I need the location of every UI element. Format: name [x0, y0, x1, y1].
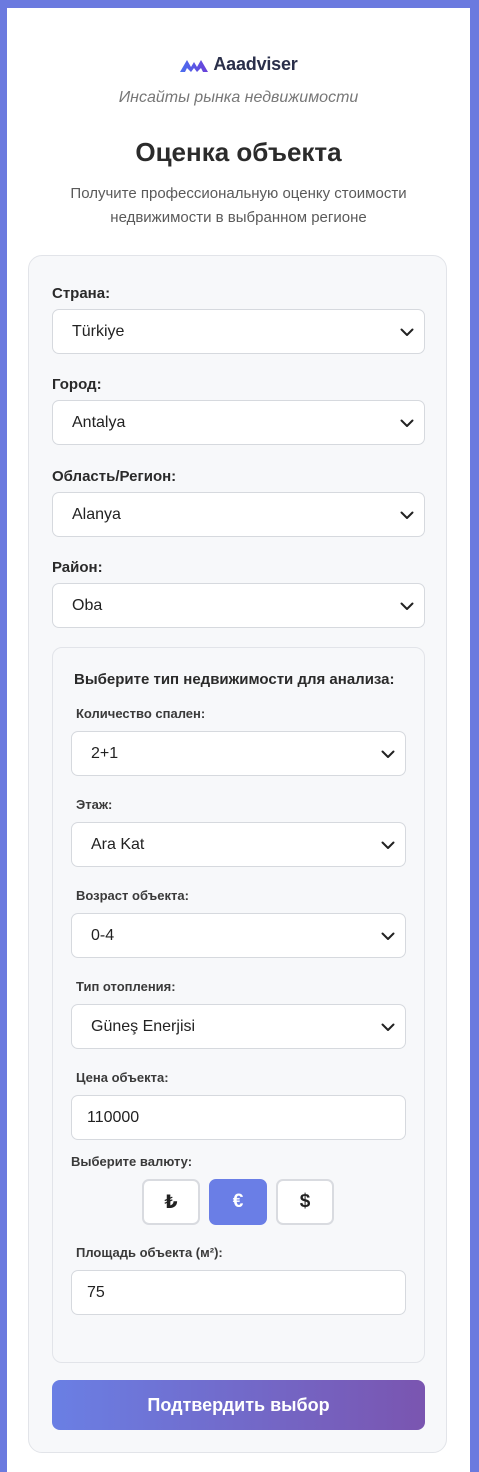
age-select[interactable]: 0-4	[71, 913, 406, 958]
heating-select[interactable]: Güneş Enerjisi	[71, 1004, 406, 1049]
country-select[interactable]: Türkiye	[52, 309, 425, 354]
district-label: Район:	[52, 559, 103, 576]
region-select-value: Alanya	[72, 505, 121, 523]
floor-label: Этаж:	[76, 797, 113, 812]
city-select-value: Antalya	[72, 413, 126, 431]
chevron-down-icon	[381, 932, 395, 940]
brand-logo[interactable]: Aaadviser	[7, 54, 470, 75]
valuation-form-card: Страна: Türkiye Город: Antalya Область/Р…	[28, 255, 447, 1453]
area-input[interactable]: 75	[71, 1270, 406, 1315]
currency-label: Выберите валюту:	[71, 1154, 193, 1169]
currency-try-button[interactable]: ₺	[142, 1179, 200, 1225]
bedrooms-select-value: 2+1	[91, 744, 119, 762]
chevron-down-icon	[400, 328, 414, 336]
logo-icon	[180, 59, 209, 72]
chevron-down-icon	[400, 419, 414, 427]
page: Aaadviser Инсайты рынка недвижимости Оце…	[7, 8, 470, 1472]
heating-select-value: Güneş Enerjisi	[91, 1017, 196, 1035]
currency-eur-button[interactable]: €	[209, 1179, 267, 1225]
chevron-down-icon	[400, 511, 414, 519]
floor-select-value: Ara Kat	[91, 835, 145, 853]
city-label: Город:	[52, 376, 102, 393]
heating-label: Тип отопления:	[76, 979, 176, 994]
page-title: Оценка объекта	[135, 137, 342, 167]
chevron-down-icon	[381, 1023, 395, 1031]
property-section-title: Выберите тип недвижимости для анализа:	[74, 671, 395, 688]
area-label: Площадь объекта (м²):	[76, 1245, 223, 1260]
bedrooms-label: Количество спален:	[76, 706, 206, 721]
district-select-value: Oba	[72, 596, 103, 614]
property-type-section: Выберите тип недвижимости для анализа: К…	[52, 647, 425, 1363]
chevron-down-icon	[381, 841, 395, 849]
bedrooms-select[interactable]: 2+1	[71, 731, 406, 776]
chevron-down-icon	[381, 750, 395, 758]
currency-usd-button[interactable]: $	[276, 1179, 334, 1225]
confirm-selection-button[interactable]: Подтвердить выбор	[52, 1380, 425, 1430]
region-select[interactable]: Alanya	[52, 492, 425, 537]
country-select-value: Türkiye	[72, 322, 125, 340]
age-label: Возраст объекта:	[76, 888, 189, 903]
city-select[interactable]: Antalya	[52, 400, 425, 445]
brand-name: Aaadviser	[213, 54, 298, 74]
country-label: Страна:	[52, 285, 111, 302]
page-subtitle: Получите профессиональную оценку стоимос…	[70, 185, 407, 226]
district-select[interactable]: Oba	[52, 583, 425, 628]
price-input[interactable]: 110000	[71, 1095, 406, 1140]
brand-tagline: Инсайты рынка недвижимости	[118, 89, 359, 106]
price-label: Цена объекта:	[76, 1070, 169, 1085]
age-select-value: 0-4	[91, 926, 115, 944]
floor-select[interactable]: Ara Kat	[71, 822, 406, 867]
region-label: Область/Регион:	[52, 468, 177, 485]
chevron-down-icon	[400, 602, 414, 610]
